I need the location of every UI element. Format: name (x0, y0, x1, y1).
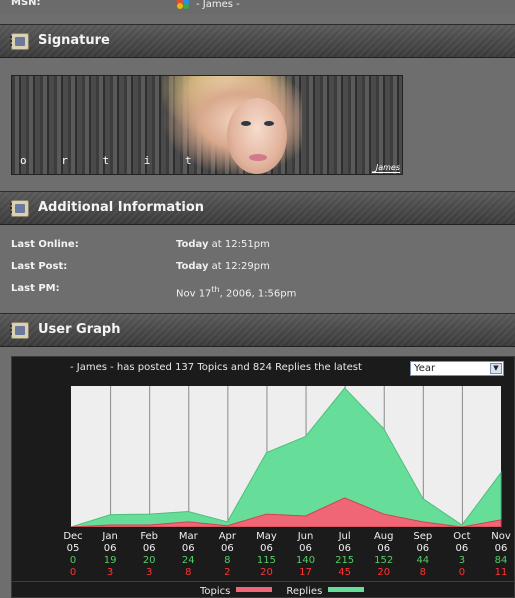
x-tick-year: 06 (143, 543, 156, 554)
x-tick-month: Mar (179, 531, 199, 542)
chart-legend: Topics Replies (200, 586, 378, 597)
replies-value-label: 19 (104, 555, 117, 566)
x-tick-year: 06 (182, 543, 195, 554)
user-activity-chart: Dec0500Jan06193Feb06203Mar06248Apr0682Ma… (63, 386, 511, 578)
topics-value-label: 8 (420, 567, 426, 578)
x-tick-month: Jul (338, 531, 351, 542)
topics-value-label: 3 (107, 567, 113, 578)
legend-topics-swatch (236, 587, 273, 592)
x-tick-year: 06 (456, 543, 469, 554)
topics-value-label: 17 (299, 567, 312, 578)
replies-value-label: 20 (143, 555, 156, 566)
x-tick-month: Feb (140, 531, 158, 542)
x-tick-month: Aug (374, 531, 394, 542)
x-tick-year: 06 (377, 543, 390, 554)
legend-topics-label: Topics (200, 586, 231, 597)
x-tick-year: 06 (416, 543, 429, 554)
legend-divider (11, 581, 515, 582)
legend-replies-label: Replies (286, 586, 323, 597)
x-tick-year: 06 (260, 543, 273, 554)
replies-value-label: 140 (296, 555, 315, 566)
replies-value-label: 0 (70, 555, 76, 566)
replies-value-label: 44 (416, 555, 429, 566)
replies-value-label: 152 (374, 555, 393, 566)
topics-value-label: 3 (146, 567, 152, 578)
x-tick-month: Oct (453, 531, 470, 542)
x-tick-year: 05 (67, 543, 80, 554)
topics-value-label: 20 (377, 567, 390, 578)
x-tick-year: 06 (299, 543, 312, 554)
topics-value-label: 0 (70, 567, 76, 578)
x-tick-month: May (256, 531, 277, 542)
topics-value-label: 11 (495, 567, 508, 578)
replies-value-label: 115 (257, 555, 276, 566)
x-tick-month: Apr (219, 531, 237, 542)
topics-value-label: 45 (338, 567, 351, 578)
x-tick-year: 06 (104, 543, 117, 554)
replies-value-label: 3 (459, 555, 465, 566)
topics-value-label: 2 (224, 567, 230, 578)
replies-value-label: 84 (495, 555, 508, 566)
x-tick-month: Jan (101, 531, 117, 542)
x-tick-year: 06 (495, 543, 508, 554)
x-tick-month: Dec (63, 531, 82, 542)
topics-value-label: 0 (459, 567, 465, 578)
x-tick-year: 06 (221, 543, 234, 554)
replies-value-label: 215 (335, 555, 354, 566)
legend-replies-swatch (328, 587, 365, 592)
replies-value-label: 24 (182, 555, 195, 566)
x-tick-month: Nov (491, 531, 511, 542)
x-tick-year: 06 (338, 543, 351, 554)
topics-value-label: 20 (260, 567, 273, 578)
x-tick-month: Sep (413, 531, 432, 542)
replies-value-label: 8 (224, 555, 230, 566)
topics-value-label: 8 (185, 567, 191, 578)
x-tick-month: Jun (297, 531, 314, 542)
